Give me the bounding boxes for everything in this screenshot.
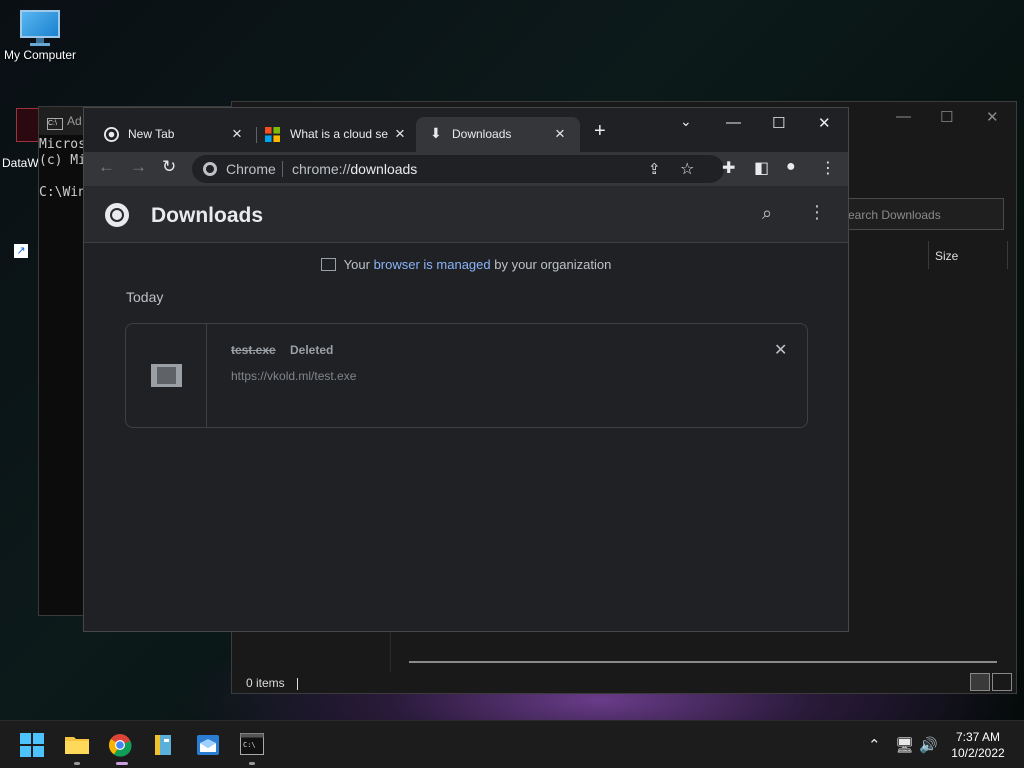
forward-icon[interactable]: → bbox=[130, 157, 147, 177]
search-icon[interactable]: ⌕ bbox=[762, 203, 772, 224]
horizontal-scrollbar[interactable] bbox=[409, 661, 997, 663]
omnibox-label: Chrome bbox=[226, 161, 276, 177]
chrome-icon bbox=[104, 127, 119, 142]
downloads-header: Downloads ⌕ ⋮ bbox=[84, 186, 848, 243]
svg-text:C:\: C:\ bbox=[243, 741, 256, 749]
extensions-icon[interactable]: ✚ bbox=[722, 158, 735, 178]
microsoft-icon bbox=[265, 127, 280, 142]
share-icon[interactable]: ⇪ bbox=[648, 160, 661, 178]
page-title: Downloads bbox=[151, 204, 264, 227]
tab-close-icon[interactable]: × bbox=[395, 124, 405, 144]
section-heading: Today bbox=[126, 289, 164, 305]
file-icon bbox=[151, 364, 182, 387]
system-clock[interactable]: 7:37 AM 10/2/2022 bbox=[944, 729, 1012, 761]
omnibox[interactable]: Chrome chrome://downloads ⇪ ☆ bbox=[192, 155, 724, 183]
tab-close-icon[interactable]: × bbox=[555, 124, 565, 144]
tab-close-icon[interactable]: × bbox=[232, 124, 242, 144]
chrome-logo-icon bbox=[105, 203, 129, 227]
download-source-url[interactable]: https://vkold.ml/test.exe bbox=[231, 369, 356, 383]
cmd-title: Ad bbox=[67, 114, 82, 128]
chrome-window[interactable]: New Tab × What is a cloud se × ⬇ Downloa… bbox=[83, 107, 849, 632]
pane-divider bbox=[390, 632, 391, 672]
minimize-icon[interactable]: — bbox=[896, 108, 911, 125]
show-hidden-icons-chevron-icon[interactable]: ⌃ bbox=[868, 736, 881, 754]
mail-app-icon[interactable] bbox=[196, 733, 220, 757]
remove-item-icon[interactable]: ✕ bbox=[774, 340, 787, 360]
tab-title: What is a cloud se bbox=[290, 127, 389, 141]
download-filename[interactable]: test.exe bbox=[231, 343, 276, 357]
tiles-view-icon[interactable] bbox=[992, 673, 1012, 691]
download-item: test.exe Deleted https://vkold.ml/test.e… bbox=[125, 323, 808, 428]
back-icon[interactable]: ← bbox=[98, 157, 115, 177]
tab-title: New Tab bbox=[128, 127, 175, 141]
tab-new-tab[interactable]: New Tab × bbox=[84, 117, 252, 152]
bookmark-star-icon[interactable]: ☆ bbox=[680, 159, 694, 179]
terminal-icon[interactable]: C:\ bbox=[240, 733, 264, 757]
minimize-icon[interactable]: — bbox=[726, 114, 741, 131]
managed-link[interactable]: browser is managed bbox=[374, 257, 491, 272]
maximize-icon[interactable]: ☐ bbox=[940, 108, 953, 126]
start-icon[interactable] bbox=[20, 733, 44, 757]
desktop-icon-label: My Computer bbox=[3, 48, 77, 62]
menu-icon[interactable]: ⋮ bbox=[820, 158, 836, 178]
clock-time: 7:37 AM bbox=[955, 730, 1001, 744]
download-icon: ⬇ bbox=[430, 125, 442, 141]
item-count: 0 items bbox=[246, 676, 285, 690]
archive-app-icon[interactable] bbox=[152, 733, 176, 757]
profile-icon[interactable]: ● bbox=[786, 158, 796, 176]
close-icon[interactable]: ✕ bbox=[818, 114, 831, 132]
download-status: Deleted bbox=[290, 343, 334, 357]
close-icon[interactable]: ✕ bbox=[986, 108, 999, 126]
tab-downloads[interactable]: ⬇ Downloads × bbox=[416, 117, 580, 152]
file-explorer-icon[interactable] bbox=[64, 733, 89, 757]
desktop-icon-my-computer[interactable]: My Computer bbox=[2, 8, 78, 62]
tab-cloud[interactable]: What is a cloud se bbox=[248, 117, 414, 152]
clock-date: 10/2/2022 bbox=[951, 746, 1005, 760]
omnibox-url[interactable]: chrome://downloads bbox=[292, 161, 417, 177]
cmd-icon: C:\ bbox=[47, 118, 63, 130]
more-actions-icon[interactable]: ⋮ bbox=[808, 202, 826, 223]
tab-strip: New Tab × What is a cloud se × ⬇ Downloa… bbox=[84, 108, 848, 152]
chrome-taskbar-icon[interactable] bbox=[108, 733, 132, 757]
monitor-icon bbox=[18, 8, 62, 46]
tab-title: Downloads bbox=[452, 127, 512, 141]
chrome-icon bbox=[203, 162, 217, 176]
maximize-icon[interactable]: ☐ bbox=[772, 114, 785, 132]
new-tab-button[interactable]: + bbox=[594, 120, 606, 143]
building-icon bbox=[320, 258, 336, 271]
toolbar: ← → ↻ Chrome chrome://downloads ⇪ ☆ ✚ ◧ … bbox=[84, 152, 848, 186]
details-view-icon[interactable] bbox=[970, 673, 990, 691]
status-bar: 0 items bbox=[232, 672, 1016, 694]
column-header-size[interactable]: Size bbox=[928, 241, 1008, 269]
volume-icon[interactable]: 🔊 bbox=[919, 736, 938, 754]
side-panel-icon[interactable]: ◧ bbox=[754, 158, 769, 178]
shortcut-arrow-icon: ↗ bbox=[14, 244, 28, 258]
explorer-search-input[interactable]: earch Downloads bbox=[847, 198, 1004, 230]
desktop-icon-label: DataW bbox=[2, 156, 39, 170]
reload-icon[interactable]: ↻ bbox=[162, 157, 176, 177]
tab-search-icon[interactable]: ⌄ bbox=[680, 113, 692, 130]
managed-notice: Your browser is managed by your organiza… bbox=[84, 257, 848, 272]
network-icon[interactable]: 🖥 bbox=[895, 736, 914, 754]
desktop-icon-dataw[interactable]: ↗ DataW bbox=[2, 108, 44, 258]
taskbar: C:\ ⌃ 🖥 🔊 7:37 AM 10/2/2022 bbox=[0, 720, 1024, 768]
